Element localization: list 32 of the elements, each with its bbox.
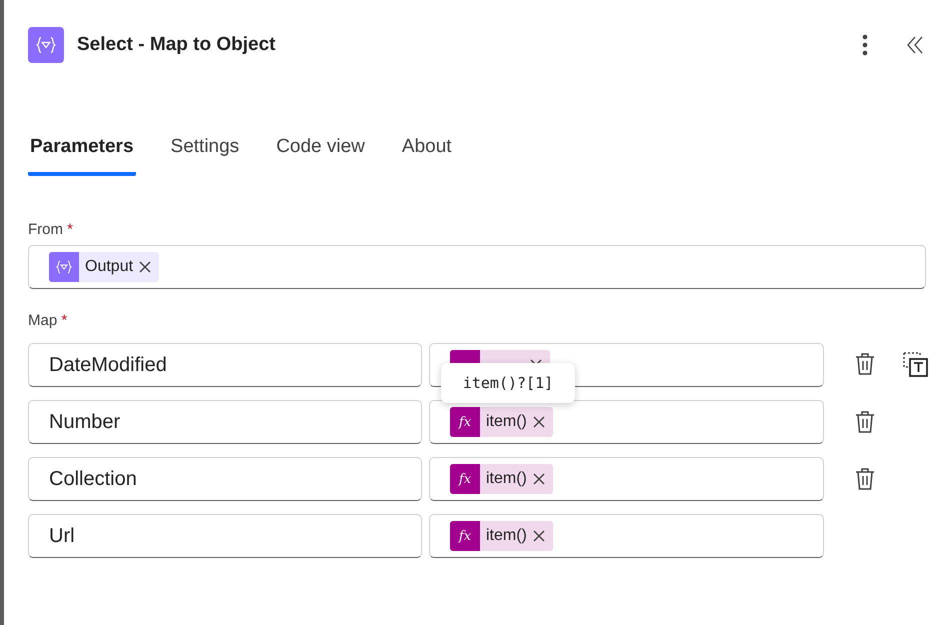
panel-title: Select - Map to Object xyxy=(77,34,276,56)
tab[interactable]: Code view xyxy=(274,136,367,176)
key-field[interactable]: Number xyxy=(28,400,422,444)
field-label: Map xyxy=(28,312,58,329)
token-chip[interactable]: fx item() xyxy=(450,407,553,437)
more-icon xyxy=(862,34,868,56)
tab[interactable]: Settings xyxy=(168,136,242,176)
input-field[interactable]: Output xyxy=(28,245,926,289)
tab[interactable]: Parameters xyxy=(28,136,136,176)
token-chip[interactable]: fx item() xyxy=(450,521,553,551)
token-chip[interactable]: Output xyxy=(49,252,160,282)
key-field[interactable]: Url xyxy=(28,514,422,558)
field-label: From xyxy=(28,221,63,238)
tooltip: item()?[1] xyxy=(441,363,575,403)
key-field[interactable]: DateModified xyxy=(28,343,422,387)
required-mark: * xyxy=(61,312,68,329)
action-icon xyxy=(28,27,64,63)
tab[interactable]: About xyxy=(400,136,454,176)
token-label: item() xyxy=(486,527,527,545)
function-icon: fx xyxy=(458,528,472,544)
required-mark: * xyxy=(67,221,74,238)
value-field[interactable]: fx item() xyxy=(429,457,824,501)
function-icon: fx xyxy=(458,472,472,486)
value-field[interactable]: fx item() xyxy=(429,514,824,558)
variable-icon xyxy=(56,260,72,274)
value-field[interactable]: fx item() xyxy=(429,400,824,444)
token-chip[interactable]: fx item() xyxy=(450,464,553,494)
function-icon: fx xyxy=(458,414,472,430)
token-label: item() xyxy=(486,470,527,488)
token-label: Output xyxy=(85,258,134,276)
token-label: item() xyxy=(486,413,527,431)
key-field[interactable]: Collection xyxy=(28,457,422,501)
